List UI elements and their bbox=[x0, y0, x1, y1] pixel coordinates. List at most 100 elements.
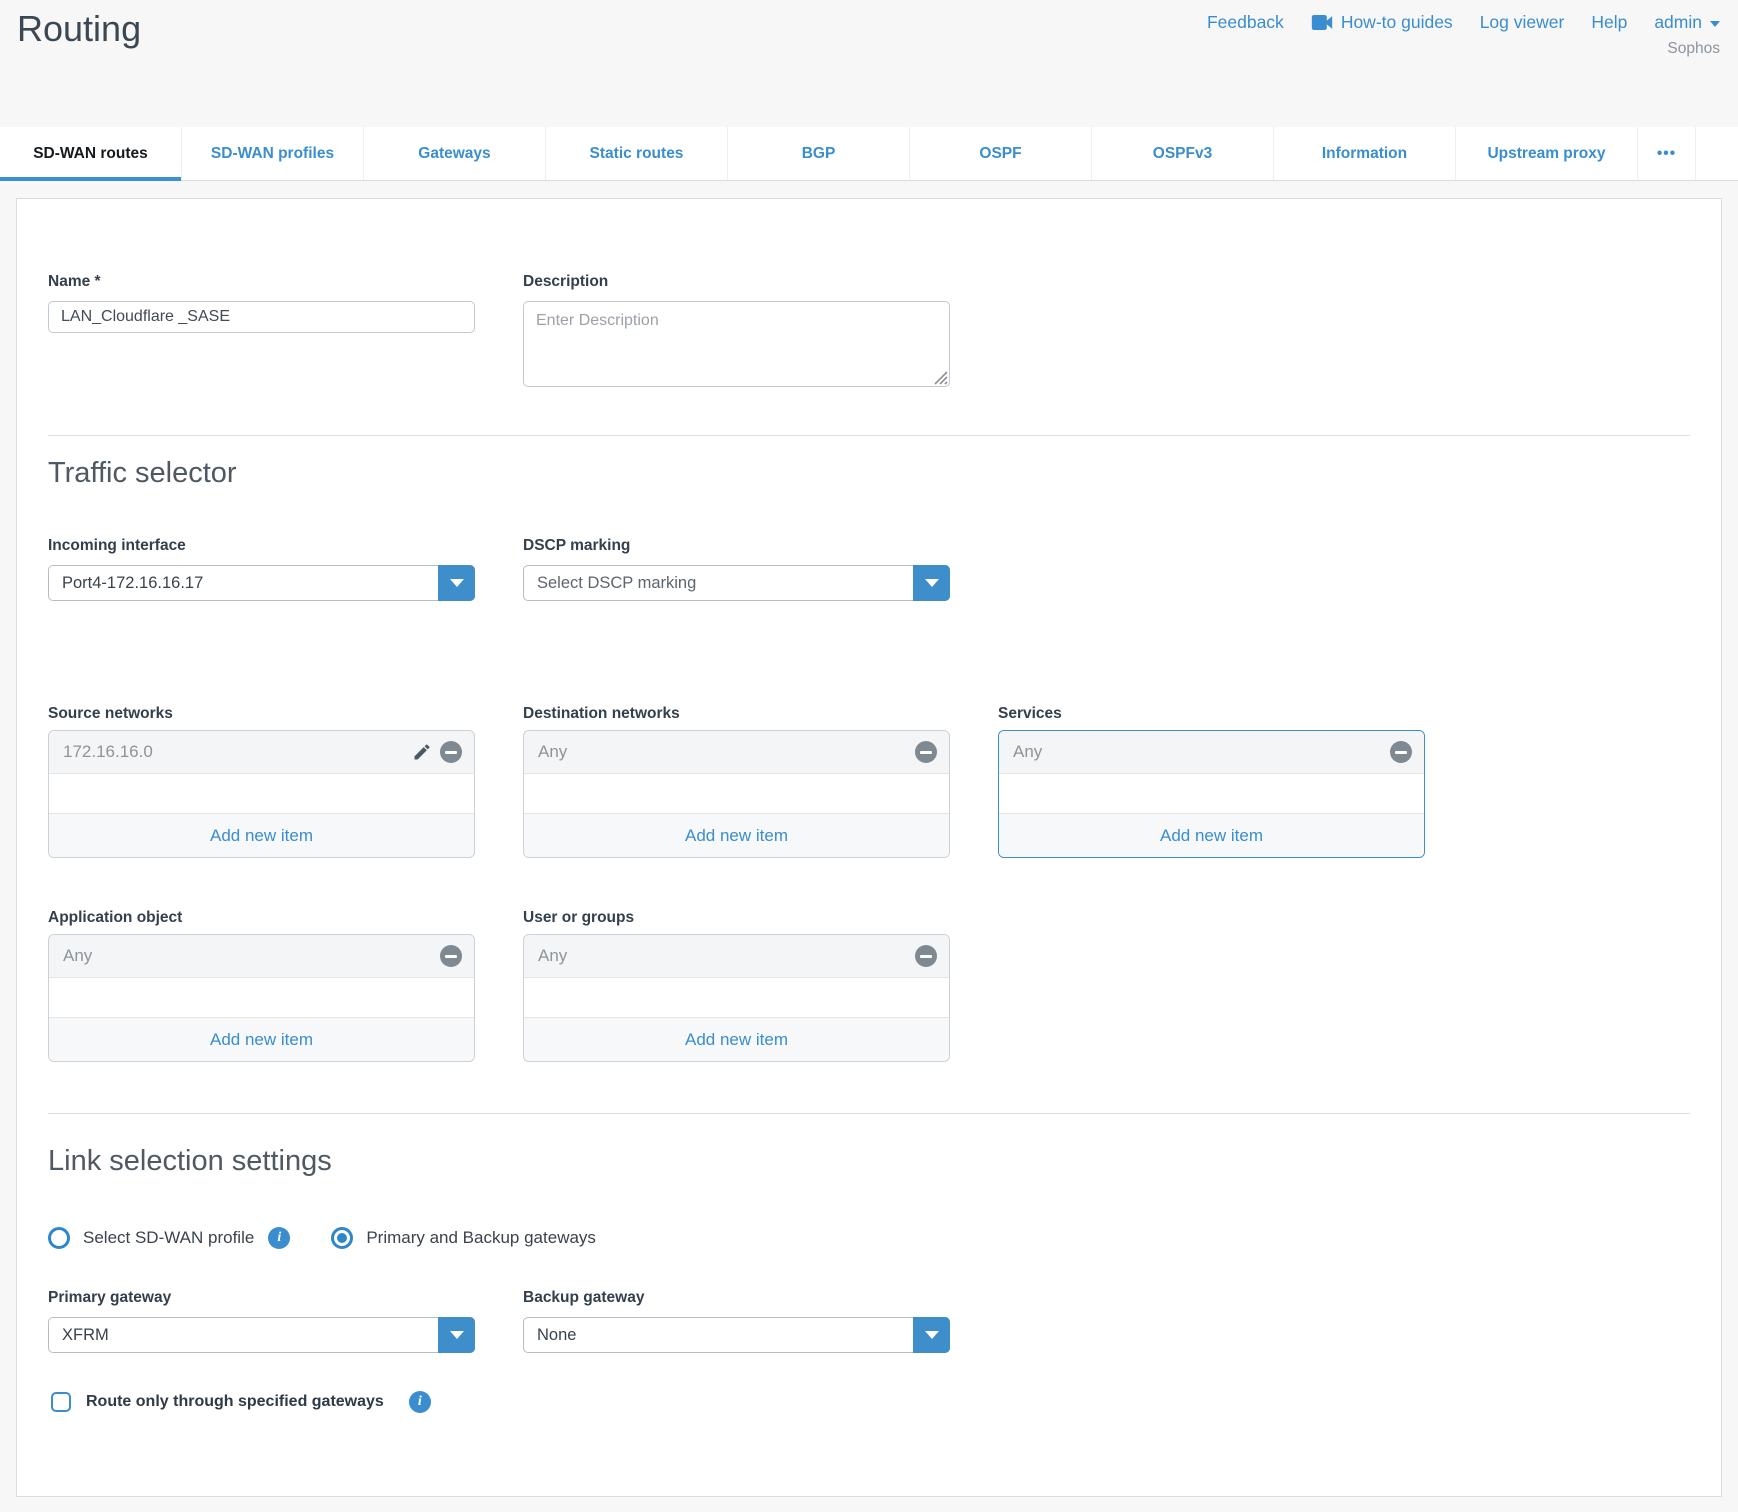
tab-more-overflow[interactable]: ••• bbox=[1638, 127, 1696, 180]
name-label: Name * bbox=[48, 273, 101, 291]
admin-label: admin bbox=[1654, 12, 1702, 33]
backup-gateway-select[interactable]: None bbox=[523, 1317, 950, 1353]
incoming-interface-dropdown-button[interactable] bbox=[438, 565, 475, 601]
link-selection-heading: Link selection settings bbox=[48, 1145, 332, 1178]
tab-ospf[interactable]: OSPF bbox=[910, 127, 1092, 180]
caret-down-icon bbox=[1710, 21, 1720, 27]
tab-sd-wan-profiles[interactable]: SD-WAN profiles bbox=[182, 127, 364, 180]
list-item: Any bbox=[999, 731, 1424, 774]
description-input[interactable] bbox=[523, 301, 950, 387]
tab-information[interactable]: Information bbox=[1274, 127, 1456, 180]
list-empty-area bbox=[524, 978, 949, 1017]
backup-gateway-label: Backup gateway bbox=[523, 1289, 644, 1307]
feedback-link[interactable]: Feedback bbox=[1207, 12, 1284, 33]
primary-gateway-dropdown-button[interactable] bbox=[438, 1317, 475, 1353]
add-new-item-button[interactable]: Add new item bbox=[49, 813, 474, 857]
radio-select-sdwan-profile[interactable] bbox=[48, 1227, 70, 1249]
list-item-value: Any bbox=[538, 946, 915, 966]
list-item-value: Any bbox=[63, 946, 440, 966]
brand-label: Sophos bbox=[1667, 40, 1720, 58]
remove-icon[interactable] bbox=[915, 741, 937, 763]
howto-guides-link[interactable]: How-to guides bbox=[1311, 12, 1453, 33]
link-selection-radios: Select SD-WAN profile Primary and Backup… bbox=[48, 1227, 596, 1249]
route-only-checkbox[interactable] bbox=[51, 1392, 71, 1412]
tab-upstream-proxy[interactable]: Upstream proxy bbox=[1456, 127, 1638, 180]
backup-gateway-dropdown-button[interactable] bbox=[913, 1317, 950, 1353]
add-new-item-button[interactable]: Add new item bbox=[49, 1017, 474, 1061]
list-item-value: Any bbox=[538, 742, 915, 762]
incoming-interface-select[interactable]: Port4-172.16.16.17 bbox=[48, 565, 475, 601]
incoming-interface-value: Port4-172.16.16.17 bbox=[62, 566, 203, 600]
radio-label: Select SD-WAN profile bbox=[83, 1228, 254, 1248]
section-divider bbox=[48, 1113, 1690, 1114]
application-object-box: Any Add new item bbox=[48, 934, 475, 1062]
primary-gateway-value: XFRM bbox=[62, 1318, 109, 1352]
content-card: Name * Description Traffic selector Inco… bbox=[16, 198, 1722, 1497]
user-or-groups-label: User or groups bbox=[523, 909, 634, 927]
add-new-item-button[interactable]: Add new item bbox=[524, 1017, 949, 1061]
info-icon[interactable] bbox=[268, 1227, 290, 1249]
tab-bar: SD-WAN routes SD-WAN profiles Gateways S… bbox=[0, 127, 1738, 181]
application-object-label: Application object bbox=[48, 909, 182, 927]
tab-bgp[interactable]: BGP bbox=[728, 127, 910, 180]
add-new-item-button[interactable]: Add new item bbox=[524, 813, 949, 857]
destination-networks-box: Any Add new item bbox=[523, 730, 950, 858]
remove-icon[interactable] bbox=[915, 945, 937, 967]
list-item: 172.16.16.0 bbox=[49, 731, 474, 774]
route-only-row: Route only through specified gateways bbox=[51, 1391, 431, 1413]
list-item: Any bbox=[524, 935, 949, 978]
radio-label: Primary and Backup gateways bbox=[366, 1228, 596, 1248]
list-empty-area bbox=[999, 774, 1424, 813]
edit-icon[interactable] bbox=[412, 742, 432, 762]
dscp-marking-dropdown-button[interactable] bbox=[913, 565, 950, 601]
remove-icon[interactable] bbox=[440, 945, 462, 967]
incoming-interface-label: Incoming interface bbox=[48, 537, 186, 555]
help-link[interactable]: Help bbox=[1591, 12, 1627, 33]
section-divider bbox=[48, 435, 1690, 436]
list-empty-area bbox=[524, 774, 949, 813]
traffic-selector-heading: Traffic selector bbox=[48, 457, 237, 490]
list-empty-area bbox=[49, 774, 474, 813]
list-empty-area bbox=[49, 978, 474, 1017]
log-viewer-link[interactable]: Log viewer bbox=[1480, 12, 1565, 33]
caret-down-icon bbox=[450, 579, 464, 587]
description-label: Description bbox=[523, 273, 608, 291]
tab-gateways[interactable]: Gateways bbox=[364, 127, 546, 180]
page-header: Routing Feedback How-to guides Log viewe… bbox=[0, 0, 1738, 127]
tab-static-routes[interactable]: Static routes bbox=[546, 127, 728, 180]
radio-primary-backup-gateways[interactable] bbox=[331, 1227, 353, 1249]
admin-menu[interactable]: admin bbox=[1654, 12, 1720, 33]
add-new-item-button[interactable]: Add new item bbox=[999, 813, 1424, 857]
remove-icon[interactable] bbox=[1390, 741, 1412, 763]
backup-gateway-value: None bbox=[537, 1318, 576, 1352]
user-or-groups-box: Any Add new item bbox=[523, 934, 950, 1062]
video-camera-icon bbox=[1311, 15, 1333, 30]
tab-sd-wan-routes[interactable]: SD-WAN routes bbox=[0, 127, 182, 180]
services-label: Services bbox=[998, 705, 1062, 723]
source-networks-box: 172.16.16.0 Add new item bbox=[48, 730, 475, 858]
caret-down-icon bbox=[925, 579, 939, 587]
route-only-label: Route only through specified gateways bbox=[86, 1393, 384, 1411]
top-nav: Feedback How-to guides Log viewer Help a… bbox=[1207, 12, 1720, 33]
list-item-value: Any bbox=[1013, 742, 1390, 762]
primary-gateway-label: Primary gateway bbox=[48, 1289, 171, 1307]
services-box: Any Add new item bbox=[998, 730, 1425, 858]
tabbar-filler bbox=[1696, 127, 1738, 180]
primary-gateway-select[interactable]: XFRM bbox=[48, 1317, 475, 1353]
tab-ospfv3[interactable]: OSPFv3 bbox=[1092, 127, 1274, 180]
caret-down-icon bbox=[925, 1331, 939, 1339]
remove-icon[interactable] bbox=[440, 741, 462, 763]
source-networks-label: Source networks bbox=[48, 705, 173, 723]
list-item: Any bbox=[524, 731, 949, 774]
destination-networks-label: Destination networks bbox=[523, 705, 680, 723]
list-item: Any bbox=[49, 935, 474, 978]
dscp-marking-label: DSCP marking bbox=[523, 537, 630, 555]
caret-down-icon bbox=[450, 1331, 464, 1339]
page-title: Routing bbox=[17, 8, 141, 50]
list-item-value: 172.16.16.0 bbox=[63, 742, 412, 762]
howto-guides-label: How-to guides bbox=[1341, 12, 1453, 33]
dscp-marking-value: Select DSCP marking bbox=[537, 566, 696, 600]
dscp-marking-select[interactable]: Select DSCP marking bbox=[523, 565, 950, 601]
info-icon[interactable] bbox=[409, 1391, 431, 1413]
name-input[interactable] bbox=[48, 301, 475, 333]
